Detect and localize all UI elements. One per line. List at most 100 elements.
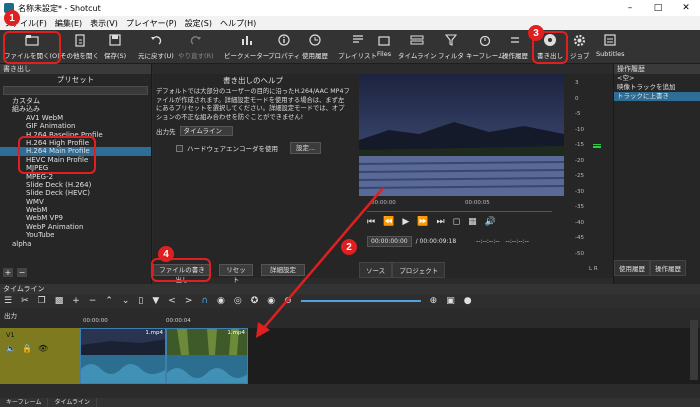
tab-history[interactable]: 操作履歴	[650, 260, 686, 276]
rewind-icon[interactable]: ⏪	[383, 217, 394, 227]
maximize-button[interactable]: □	[644, 0, 672, 16]
save-button[interactable]: 保存(S)	[104, 32, 126, 62]
zoom-slider[interactable]	[300, 300, 421, 302]
mute-icon[interactable]: 🔈	[6, 344, 16, 353]
redo-button[interactable]: やり直す(R)	[178, 32, 214, 62]
history-button[interactable]: 操作履歴	[502, 32, 528, 62]
current-time-field[interactable]: 00:00:00:00	[367, 236, 412, 247]
ripple-icon[interactable]: ◎	[234, 296, 242, 306]
undo-button[interactable]: 元に戻す(U)	[138, 32, 174, 62]
preset-item[interactable]: GIF Animation	[0, 122, 151, 130]
tab-keyframes[interactable]: キーフレーム	[0, 398, 49, 407]
skip-start-icon[interactable]: ⏮	[367, 217, 375, 227]
append-icon[interactable]: +	[72, 296, 80, 306]
transport-controls: ⏮ ⏪ ▶ ⏩ ⏭ ◻ ▦ 🔊	[367, 216, 563, 228]
play-icon[interactable]: ▶	[402, 217, 409, 227]
preset-item[interactable]: カスタム	[0, 97, 151, 105]
microphone-icon[interactable]: ●	[464, 296, 472, 306]
timeline-label: タイムライン	[398, 52, 437, 60]
subtitles-button[interactable]: Subtitles	[596, 32, 624, 62]
snap-icon[interactable]: ∩	[201, 296, 208, 306]
history-item[interactable]: トラックに上書き	[614, 92, 700, 101]
playback-scrubber[interactable]: 00:00:00 00:00:05	[367, 200, 552, 212]
lift-icon[interactable]: ⌃	[105, 296, 113, 306]
ripple-markers-icon[interactable]: ◉	[267, 296, 275, 306]
volume-icon[interactable]: 🔊	[485, 217, 496, 227]
fast-forward-icon[interactable]: ⏩	[417, 217, 428, 227]
next-marker-icon[interactable]: >	[185, 296, 193, 306]
reset-button[interactable]: リセット	[219, 264, 253, 284]
zoom-out-icon[interactable]: ⊖	[284, 296, 292, 306]
in-point-text: --:--:--:--	[476, 238, 500, 245]
ripple-all-icon[interactable]: ✪	[251, 296, 259, 306]
video-preview[interactable]	[359, 74, 564, 196]
advanced-button[interactable]: 詳細設定	[261, 264, 305, 276]
timeline-output-header: 出力	[0, 308, 80, 328]
overwrite-icon[interactable]: ⌄	[122, 296, 130, 306]
properties-button[interactable]: プロパティ	[268, 32, 300, 62]
prev-marker-icon[interactable]: <	[168, 296, 176, 306]
meter-mark: -10	[575, 126, 584, 133]
tab-timeline[interactable]: タイムライン	[48, 398, 98, 407]
lock-icon[interactable]: 🔒	[22, 344, 32, 353]
ripple-delete-icon[interactable]: −	[89, 296, 97, 306]
timeline-scrollbar[interactable]	[690, 320, 698, 380]
minimize-button[interactable]: –	[616, 0, 644, 16]
preset-item[interactable]: AV1 WebM	[0, 114, 151, 122]
hw-encoder-checkbox[interactable]	[176, 144, 183, 152]
zoom-fit-icon[interactable]: ▣	[446, 296, 455, 306]
timeline-clip-2[interactable]: 1.mp4	[166, 328, 248, 384]
preset-item[interactable]: Slide Deck (HEVC)	[0, 189, 151, 197]
history-item[interactable]: <空>	[614, 74, 700, 83]
preset-item[interactable]: WebM	[0, 206, 151, 214]
tab-recent[interactable]: 使用履歴	[614, 260, 650, 276]
preset-item[interactable]: alpha	[0, 240, 151, 248]
encoder-settings-button[interactable]: 設定...	[290, 142, 322, 155]
marker-icon[interactable]: ▼	[152, 296, 159, 306]
preset-item[interactable]: WebM VP9	[0, 214, 151, 222]
add-preset-button[interactable]: +	[3, 267, 13, 277]
menu-view[interactable]: 表示(V)	[90, 18, 118, 29]
tab-project[interactable]: プロジェクト	[392, 262, 446, 278]
preset-search-input[interactable]	[3, 86, 148, 95]
copy-icon[interactable]: ❐	[38, 296, 46, 306]
close-button[interactable]: ✕	[672, 0, 700, 16]
history-item[interactable]: 映像トラックを追加	[614, 83, 700, 92]
remove-preset-button[interactable]: −	[17, 267, 27, 277]
preset-item[interactable]: 組み込み	[0, 105, 151, 113]
jobs-button[interactable]: ジョブ	[570, 32, 590, 62]
playlist-button[interactable]: プレイリスト	[338, 32, 377, 62]
menu-icon[interactable]: ☰	[4, 296, 12, 306]
timeline-clip-1[interactable]: 1.mp4	[80, 328, 166, 384]
step-marker-1: 1	[4, 10, 20, 26]
recent-button[interactable]: 使用履歴	[302, 32, 328, 62]
eye-icon[interactable]: 👁	[38, 344, 48, 353]
menu-help[interactable]: ヘルプ(H)	[220, 18, 256, 29]
menu-settings[interactable]: 設定(S)	[185, 18, 212, 29]
output-select[interactable]: タイムライン	[179, 126, 234, 137]
timeline-button[interactable]: タイムライン	[398, 32, 437, 62]
menu-edit[interactable]: 編集(E)	[55, 18, 82, 29]
split-icon[interactable]: ▯	[138, 296, 143, 306]
paste-icon[interactable]: ▩	[55, 296, 64, 306]
filters-button[interactable]: フィルタ	[438, 32, 464, 62]
playlist-label: プレイリスト	[338, 52, 377, 60]
skip-end-icon[interactable]: ⏭	[436, 217, 444, 227]
files-button[interactable]: Files	[376, 32, 392, 62]
grid-icon[interactable]: ▦	[468, 217, 477, 227]
menu-player[interactable]: プレイヤー(P)	[126, 18, 177, 29]
scrub-icon[interactable]: ◉	[217, 296, 225, 306]
preset-item[interactable]: WebP Animation	[0, 223, 151, 231]
track-header-v1[interactable]: V1 🔈 🔒 👁	[0, 328, 80, 384]
preset-item[interactable]: WMV	[0, 198, 151, 206]
zoom-icon[interactable]: ◻	[453, 217, 460, 227]
zoom-in-icon[interactable]: ⊕	[430, 296, 438, 306]
open-other-button[interactable]: その他を開く	[60, 32, 99, 62]
peak-meter-button[interactable]: ピークメーター	[224, 32, 269, 62]
keyframes-button[interactable]: キーフレーム	[466, 32, 504, 62]
preset-item[interactable]: YouTube	[0, 231, 151, 239]
preset-item[interactable]: Slide Deck (H.264)	[0, 181, 151, 189]
tab-source[interactable]: ソース	[359, 262, 393, 278]
timeline-ruler[interactable]: 00:00:00 00:00:04	[80, 312, 700, 328]
cut-icon[interactable]: ✂	[21, 296, 29, 306]
